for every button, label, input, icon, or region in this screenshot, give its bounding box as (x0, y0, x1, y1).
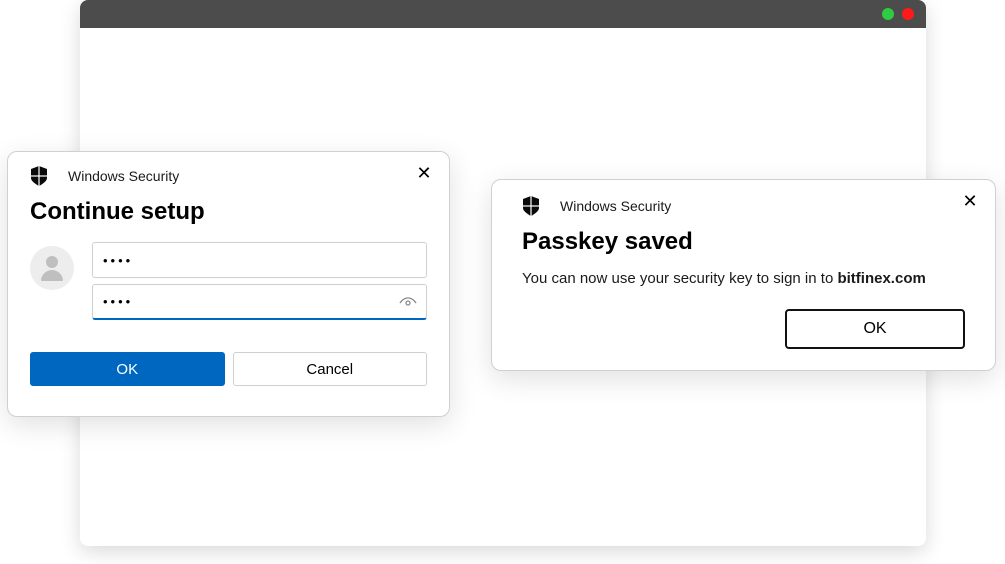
dialog-title: Windows Security (68, 168, 179, 184)
username-input[interactable] (92, 242, 427, 278)
dialog-heading: Passkey saved (522, 228, 965, 256)
continue-setup-dialog: Windows Security ✕ Continue setup (7, 151, 450, 417)
reveal-password-icon[interactable] (399, 296, 417, 314)
password-input[interactable] (92, 284, 427, 320)
close-icon: ✕ (962, 192, 977, 210)
cancel-button[interactable]: Cancel (233, 352, 428, 386)
shield-icon (522, 196, 540, 216)
dialog-heading: Continue setup (30, 198, 427, 226)
passkey-saved-dialog: Windows Security ✕ Passkey saved You can… (491, 179, 996, 371)
domain-name: bitfinex.com (837, 270, 925, 287)
ok-button[interactable]: OK (30, 352, 225, 386)
close-icon: ✕ (416, 164, 431, 182)
dialog-message: You can now use your security key to sig… (522, 270, 965, 287)
window-titlebar (80, 0, 926, 28)
dialog-title: Windows Security (560, 198, 671, 214)
window-minimize-dot[interactable] (882, 8, 894, 20)
shield-icon (30, 166, 48, 186)
message-text: You can now use your security key to sig… (522, 270, 837, 287)
close-button[interactable]: ✕ (413, 162, 435, 184)
dialog-header: Windows Security ✕ (492, 180, 995, 220)
ok-button[interactable]: OK (785, 309, 965, 349)
avatar-icon (30, 246, 74, 290)
window-close-dot[interactable] (902, 8, 914, 20)
close-button[interactable]: ✕ (959, 190, 981, 212)
dialog-header: Windows Security ✕ (8, 152, 449, 190)
